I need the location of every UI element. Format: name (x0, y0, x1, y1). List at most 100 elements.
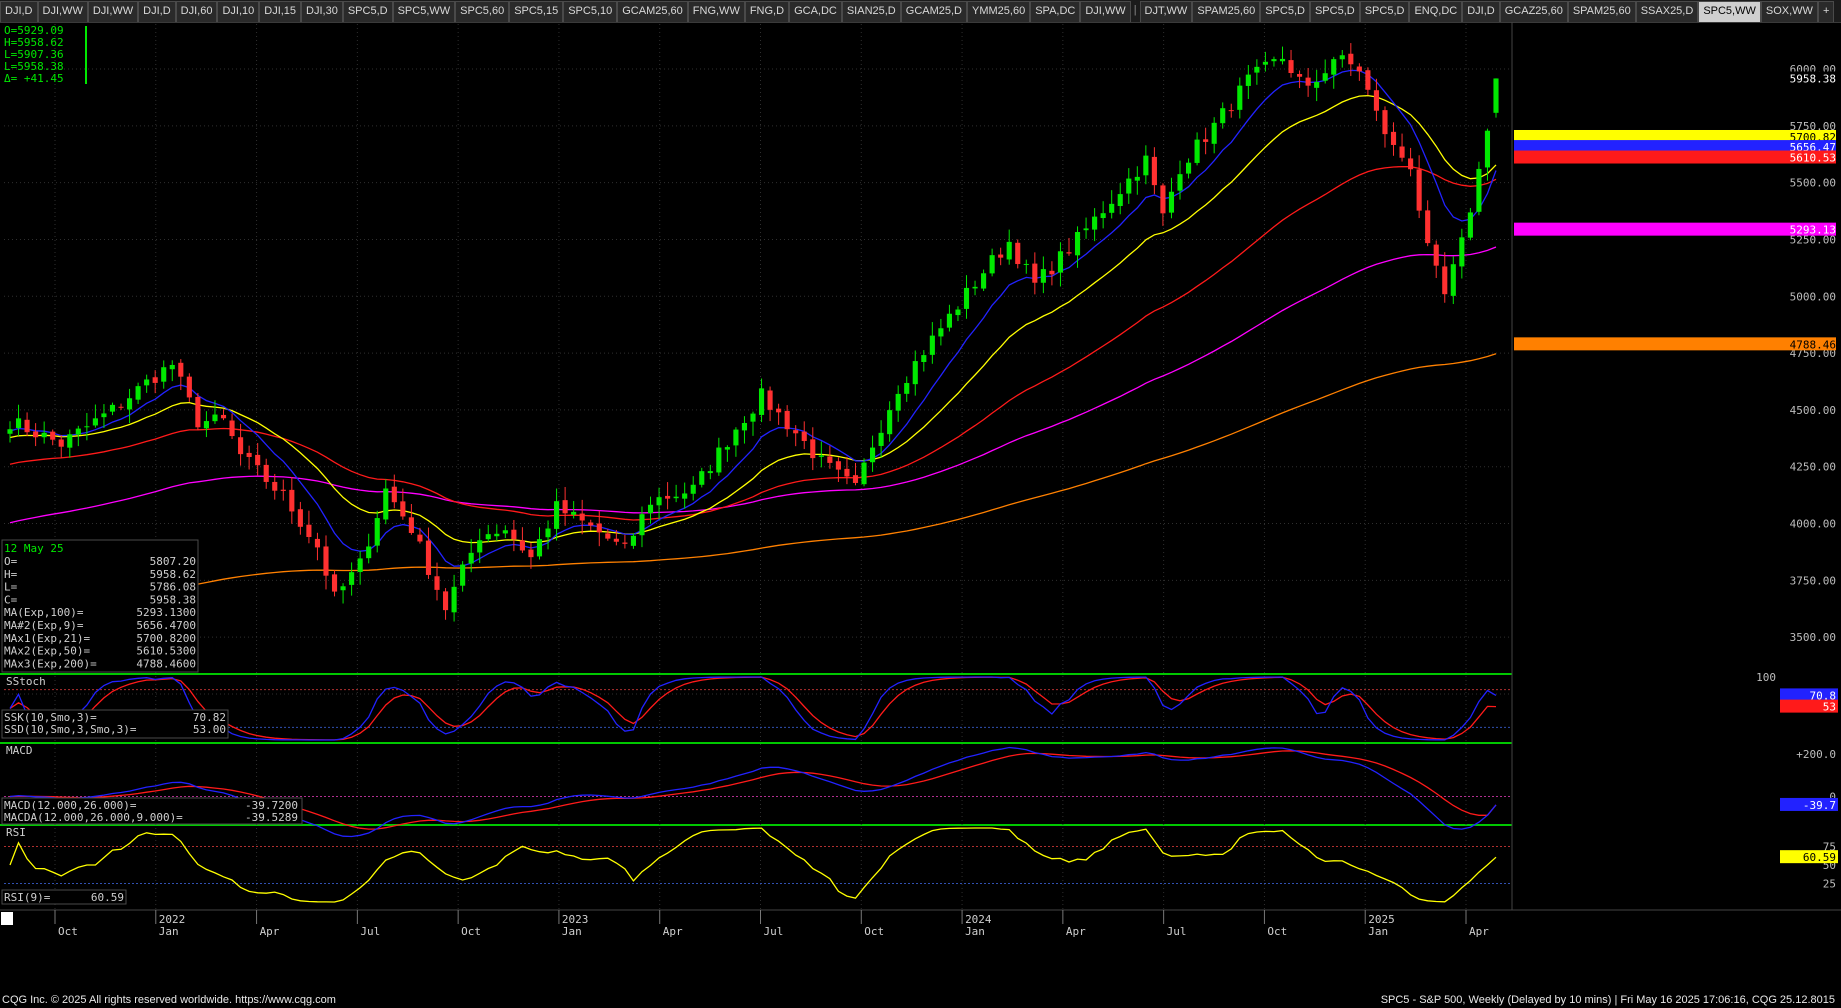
candle-body (1348, 53, 1354, 65)
cursor-field-label: MA#2(Exp,9)= (4, 619, 84, 632)
cursor-field-value: 5700.8200 (136, 632, 196, 645)
chart-tab[interactable]: SPC5,WW (392, 1, 456, 22)
symbol-description: SPC5 - S&P 500, Weekly (Delayed by 10 mi… (1380, 994, 1835, 1006)
candle-body (1083, 228, 1089, 231)
candle-body (178, 362, 184, 377)
add-tab-button[interactable]: + (1817, 1, 1835, 22)
candle-body (1442, 266, 1448, 295)
chart-tab[interactable]: SPC5,D (1359, 1, 1410, 22)
scroll-handle[interactable] (1, 912, 13, 925)
candle-body (109, 404, 116, 412)
chart-tab[interactable]: DJI,60 (175, 1, 218, 22)
rsi-line (9, 827, 1497, 903)
sstoch-title: SStoch (6, 675, 46, 688)
candle-body (1425, 210, 1431, 244)
candle-body (724, 447, 730, 450)
price-tag (1514, 337, 1836, 351)
candle-body (946, 313, 952, 328)
macd-title: MACD (6, 744, 33, 757)
chart-tab[interactable]: DJI,WW (87, 1, 139, 22)
chart-tab[interactable]: SPC5,10 (563, 1, 618, 22)
chart-tab[interactable]: DJI,10 (217, 1, 260, 22)
chart-tab[interactable]: DJI,D (138, 1, 176, 22)
chart-tab[interactable]: DJI,30 (301, 1, 343, 22)
price-axis-label: 5500.00 (1790, 177, 1836, 190)
chart-tab[interactable]: SPA,DC (1030, 1, 1081, 22)
time-axis-year: 2024 (965, 913, 992, 926)
candle-body (1322, 73, 1328, 81)
chart-tab[interactable]: FNG,WW (687, 1, 745, 22)
candle-body (895, 393, 901, 411)
candle-body (1040, 269, 1046, 283)
chart-tab[interactable]: GCAZ25,60 (1499, 1, 1568, 22)
time-axis-month: Apr (1066, 925, 1086, 938)
time-axis-month: Jan (562, 925, 582, 938)
candle-body (50, 431, 56, 440)
chart-tab[interactable]: ENQ,DC (1409, 1, 1463, 22)
cursor-field-label: MAx3(Exp,200)= (4, 657, 97, 670)
ohlc-readout-line: Δ= +41.45 (4, 72, 64, 85)
chart-tab[interactable]: GCAM25,60 (617, 1, 688, 22)
chart-tab[interactable]: SPC5,D (1309, 1, 1360, 22)
chart-tab[interactable]: SPAM25,60 (1567, 1, 1636, 22)
sstoch-tag-label: 53 (1823, 701, 1836, 714)
chart-tab[interactable]: DJI,15 (259, 1, 302, 22)
chart-tab[interactable]: SPC5,WW (1698, 1, 1761, 22)
cursor-field-value: 4788.4600 (136, 657, 196, 670)
chart-tab[interactable]: SPC5,D (1260, 1, 1310, 22)
candle-body (639, 514, 645, 536)
candle-body (1339, 55, 1345, 60)
candle-body (536, 539, 543, 557)
candle-body (622, 542, 628, 544)
cursor-field-value: 5958.62 (150, 568, 196, 581)
status-footer: CQG Inc. © 2025 All rights reserved worl… (0, 992, 1841, 1008)
chart-tab: | (1133, 4, 1137, 16)
chart-tab[interactable]: SPC5,D (342, 1, 393, 22)
chart-tab[interactable]: SSAX25,D (1635, 1, 1699, 22)
candle-body (887, 410, 893, 435)
chart-canvas[interactable]: 6000.005750.005500.005250.005000.004750.… (0, 22, 1841, 992)
candle-body (1203, 139, 1209, 142)
candle-body (1160, 185, 1166, 214)
price-tag (1514, 222, 1836, 236)
price-tag-label: 4788.46 (1790, 338, 1836, 351)
candle-body (912, 361, 918, 385)
candle-body (1245, 74, 1251, 86)
chart-tab[interactable]: SOX,WW (1760, 1, 1818, 22)
candle-body (152, 377, 158, 383)
candle-body (485, 534, 491, 540)
time-axis-month: Jul (360, 925, 380, 938)
chart-tab[interactable]: SIAN25,D (841, 1, 901, 22)
chart-tab[interactable]: DJI,WW (1080, 1, 1131, 22)
chart-tab[interactable]: DJI,D (0, 1, 38, 22)
cursor-field-label: MAx1(Exp,21)= (4, 632, 90, 645)
chart-tab[interactable]: YMM25,60 (967, 1, 1031, 22)
candle-body (938, 328, 944, 337)
chart-tab[interactable]: GCA,DC (789, 1, 842, 22)
chart-tab[interactable]: GCAM25,D (900, 1, 968, 22)
price-tag-label: 5958.38 (1790, 72, 1836, 85)
chart-tab[interactable]: SPAM25,60 (1192, 1, 1261, 22)
ema-9-line (9, 69, 1497, 567)
candle-body (904, 382, 910, 394)
candle-body (135, 386, 141, 400)
rsi-tag-label: 60.59 (1803, 851, 1836, 864)
candle-body (460, 564, 466, 586)
cursor-field-value: 5958.38 (150, 593, 196, 606)
candle-body (1143, 155, 1149, 176)
chart-tab[interactable]: DJT,WW (1139, 1, 1193, 22)
candle-body (33, 431, 39, 438)
chart-tab[interactable]: SPC5,60 (455, 1, 510, 22)
cursor-field-value: 5807.20 (150, 555, 196, 568)
sstoch-readout-label: SSD(10,Smo,3,Smo,3)= (4, 723, 137, 736)
candle-body (1117, 194, 1123, 207)
chart-tab[interactable]: SPC5,15 (509, 1, 564, 22)
candle-body (212, 414, 218, 422)
chart-tab[interactable]: DJI,WW (37, 1, 88, 22)
candle-body (605, 533, 611, 539)
candle-body (801, 431, 807, 442)
chart-tab[interactable]: FNG,D (744, 1, 790, 22)
candle-body (818, 455, 824, 457)
chart-tab[interactable]: DJI,D (1462, 1, 1500, 22)
candle-body (1228, 110, 1234, 112)
